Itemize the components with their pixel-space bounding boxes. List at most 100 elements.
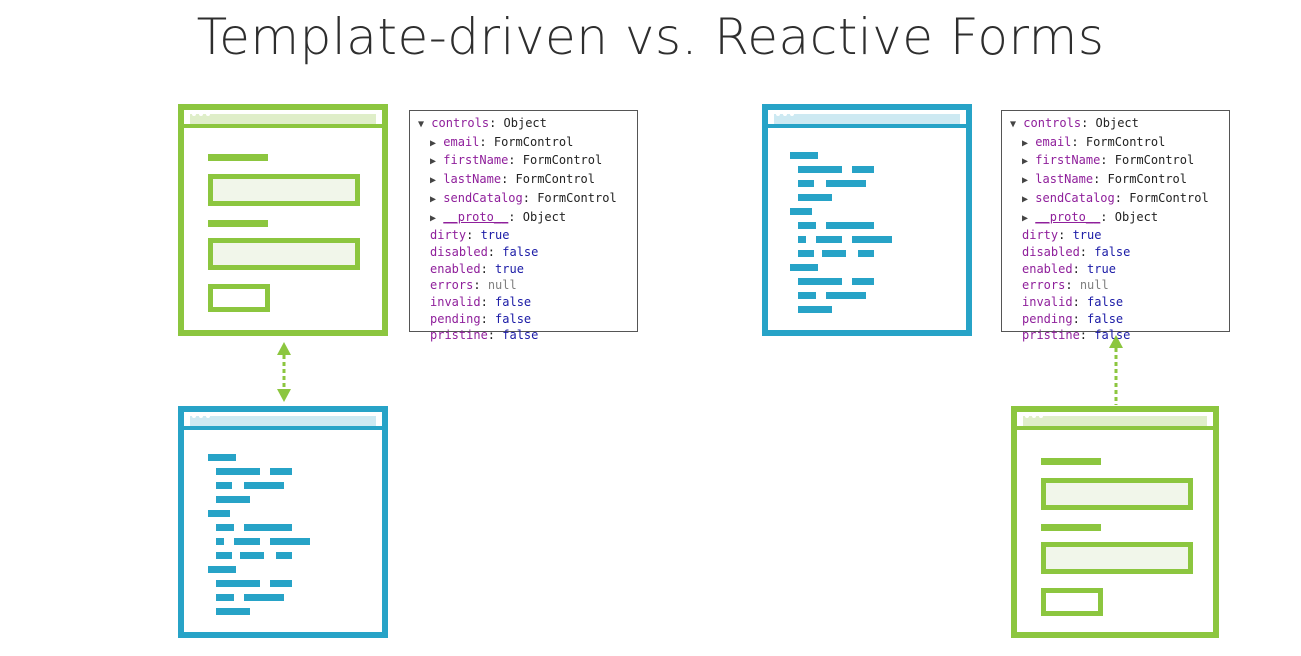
panel-header-row[interactable]: ▼ controls: Object	[1010, 115, 1229, 134]
panel-prop-row: errors: null	[1022, 278, 1109, 293]
panel-prop-row: disabled: false	[430, 244, 539, 259]
panel-child-row[interactable]: ▶ sendCatalog: FormControl	[1010, 190, 1229, 209]
form-label	[1041, 524, 1101, 531]
panel-child-row[interactable]: ▶ __proto__: Object	[1010, 209, 1229, 228]
template-form-window	[178, 104, 388, 336]
panel-child-row[interactable]: ▶ sendCatalog: FormControl	[418, 190, 637, 209]
code-line	[216, 580, 260, 587]
form-label	[208, 154, 268, 161]
panel-prop-row: dirty: true	[1022, 228, 1102, 243]
triangle-right-icon: ▶	[1022, 175, 1029, 187]
form-button	[208, 284, 270, 312]
triangle-right-icon: ▶	[1022, 212, 1029, 224]
code-line	[244, 482, 284, 489]
code-line	[858, 250, 874, 257]
triangle-right-icon: ▶	[430, 156, 437, 168]
code-line	[798, 194, 832, 201]
code-line	[208, 454, 236, 461]
code-line	[216, 468, 260, 475]
code-line	[852, 166, 874, 173]
panel-child-row[interactable]: ▶ __proto__: Object	[418, 209, 637, 228]
form-button	[1041, 588, 1103, 616]
code-line	[790, 264, 818, 271]
triangle-right-icon: ▶	[430, 137, 437, 149]
code-line	[244, 594, 284, 601]
code-line	[208, 566, 236, 573]
triangle-right-icon: ▶	[1022, 156, 1029, 168]
form-model-panel-right: ▼ controls: Object ▶ email: FormControl …	[1001, 110, 1230, 342]
code-line	[826, 222, 874, 229]
code-line	[216, 552, 232, 559]
reactive-code-window	[762, 104, 972, 336]
panel-child-row[interactable]: ▶ firstName: FormControl	[1010, 152, 1229, 171]
triangle-right-icon: ▶	[430, 212, 437, 224]
code-line	[208, 510, 230, 517]
code-line	[816, 236, 842, 243]
slide-title: Template-driven vs. Reactive Forms	[196, 8, 1105, 66]
code-line	[216, 594, 234, 601]
code-line	[270, 580, 292, 587]
panel-child-row[interactable]: ▶ email: FormControl	[418, 134, 637, 153]
form-field	[208, 174, 360, 206]
code-line	[234, 538, 260, 545]
code-line	[826, 292, 866, 299]
triangle-right-icon: ▶	[1022, 137, 1029, 149]
code-line	[270, 538, 310, 545]
panel-prop-row: pristine: false	[430, 328, 539, 343]
panel-prop-row: invalid: false	[430, 295, 532, 310]
triangle-right-icon: ▶	[430, 193, 437, 205]
window-titlebar	[184, 412, 382, 430]
panel-child-row[interactable]: ▶ firstName: FormControl	[418, 152, 637, 171]
panel-child-row[interactable]: ▶ lastName: FormControl	[418, 171, 637, 190]
code-line	[270, 468, 292, 475]
code-line	[240, 552, 264, 559]
code-line	[790, 208, 812, 215]
code-line	[852, 278, 874, 285]
double-arrow-icon	[277, 342, 291, 402]
panel-child-row[interactable]: ▶ lastName: FormControl	[1010, 171, 1229, 190]
panel-prop-row: pending: false	[430, 311, 532, 326]
window-titlebar	[184, 110, 382, 128]
code-line	[216, 608, 250, 615]
panel-prop-row: enabled: true	[1022, 261, 1116, 276]
panel-prop-row: pending: false	[1022, 311, 1124, 326]
code-line	[216, 538, 224, 545]
form-model-panel-left: ▼ controls: Object ▶ email: FormControl …	[409, 110, 638, 342]
window-titlebar	[1017, 412, 1213, 430]
window-titlebar	[768, 110, 966, 128]
form-field	[1041, 478, 1193, 510]
panel-header-row[interactable]: ▼ controls: Object	[418, 115, 637, 134]
code-line	[216, 524, 234, 531]
code-line	[798, 222, 816, 229]
form-field	[208, 238, 360, 270]
code-line	[798, 166, 842, 173]
panel-prop-row: enabled: true	[430, 261, 524, 276]
code-line	[798, 180, 814, 187]
code-line	[216, 482, 232, 489]
triangle-right-icon: ▶	[1022, 193, 1029, 205]
form-label	[208, 220, 268, 227]
triangle-right-icon: ▶	[430, 175, 437, 187]
form-label	[1041, 458, 1101, 465]
code-line	[798, 292, 816, 299]
up-arrow-icon	[1109, 335, 1123, 405]
code-line	[852, 236, 892, 243]
triangle-down-icon: ▼	[418, 119, 425, 130]
panel-prop-row: disabled: false	[1022, 244, 1131, 259]
code-line	[216, 496, 250, 503]
form-field	[1041, 542, 1193, 574]
code-line	[798, 306, 832, 313]
code-line	[798, 278, 842, 285]
reactive-form-window	[1011, 406, 1219, 638]
triangle-down-icon: ▼	[1010, 119, 1017, 130]
template-code-window	[178, 406, 388, 638]
panel-prop-row: invalid: false	[1022, 295, 1124, 310]
code-line	[822, 250, 846, 257]
panel-child-row[interactable]: ▶ email: FormControl	[1010, 134, 1229, 153]
panel-prop-row: dirty: true	[430, 228, 510, 243]
code-line	[244, 524, 292, 531]
code-line	[798, 250, 814, 257]
code-line	[798, 236, 806, 243]
panel-prop-row: errors: null	[430, 278, 517, 293]
code-line	[276, 552, 292, 559]
